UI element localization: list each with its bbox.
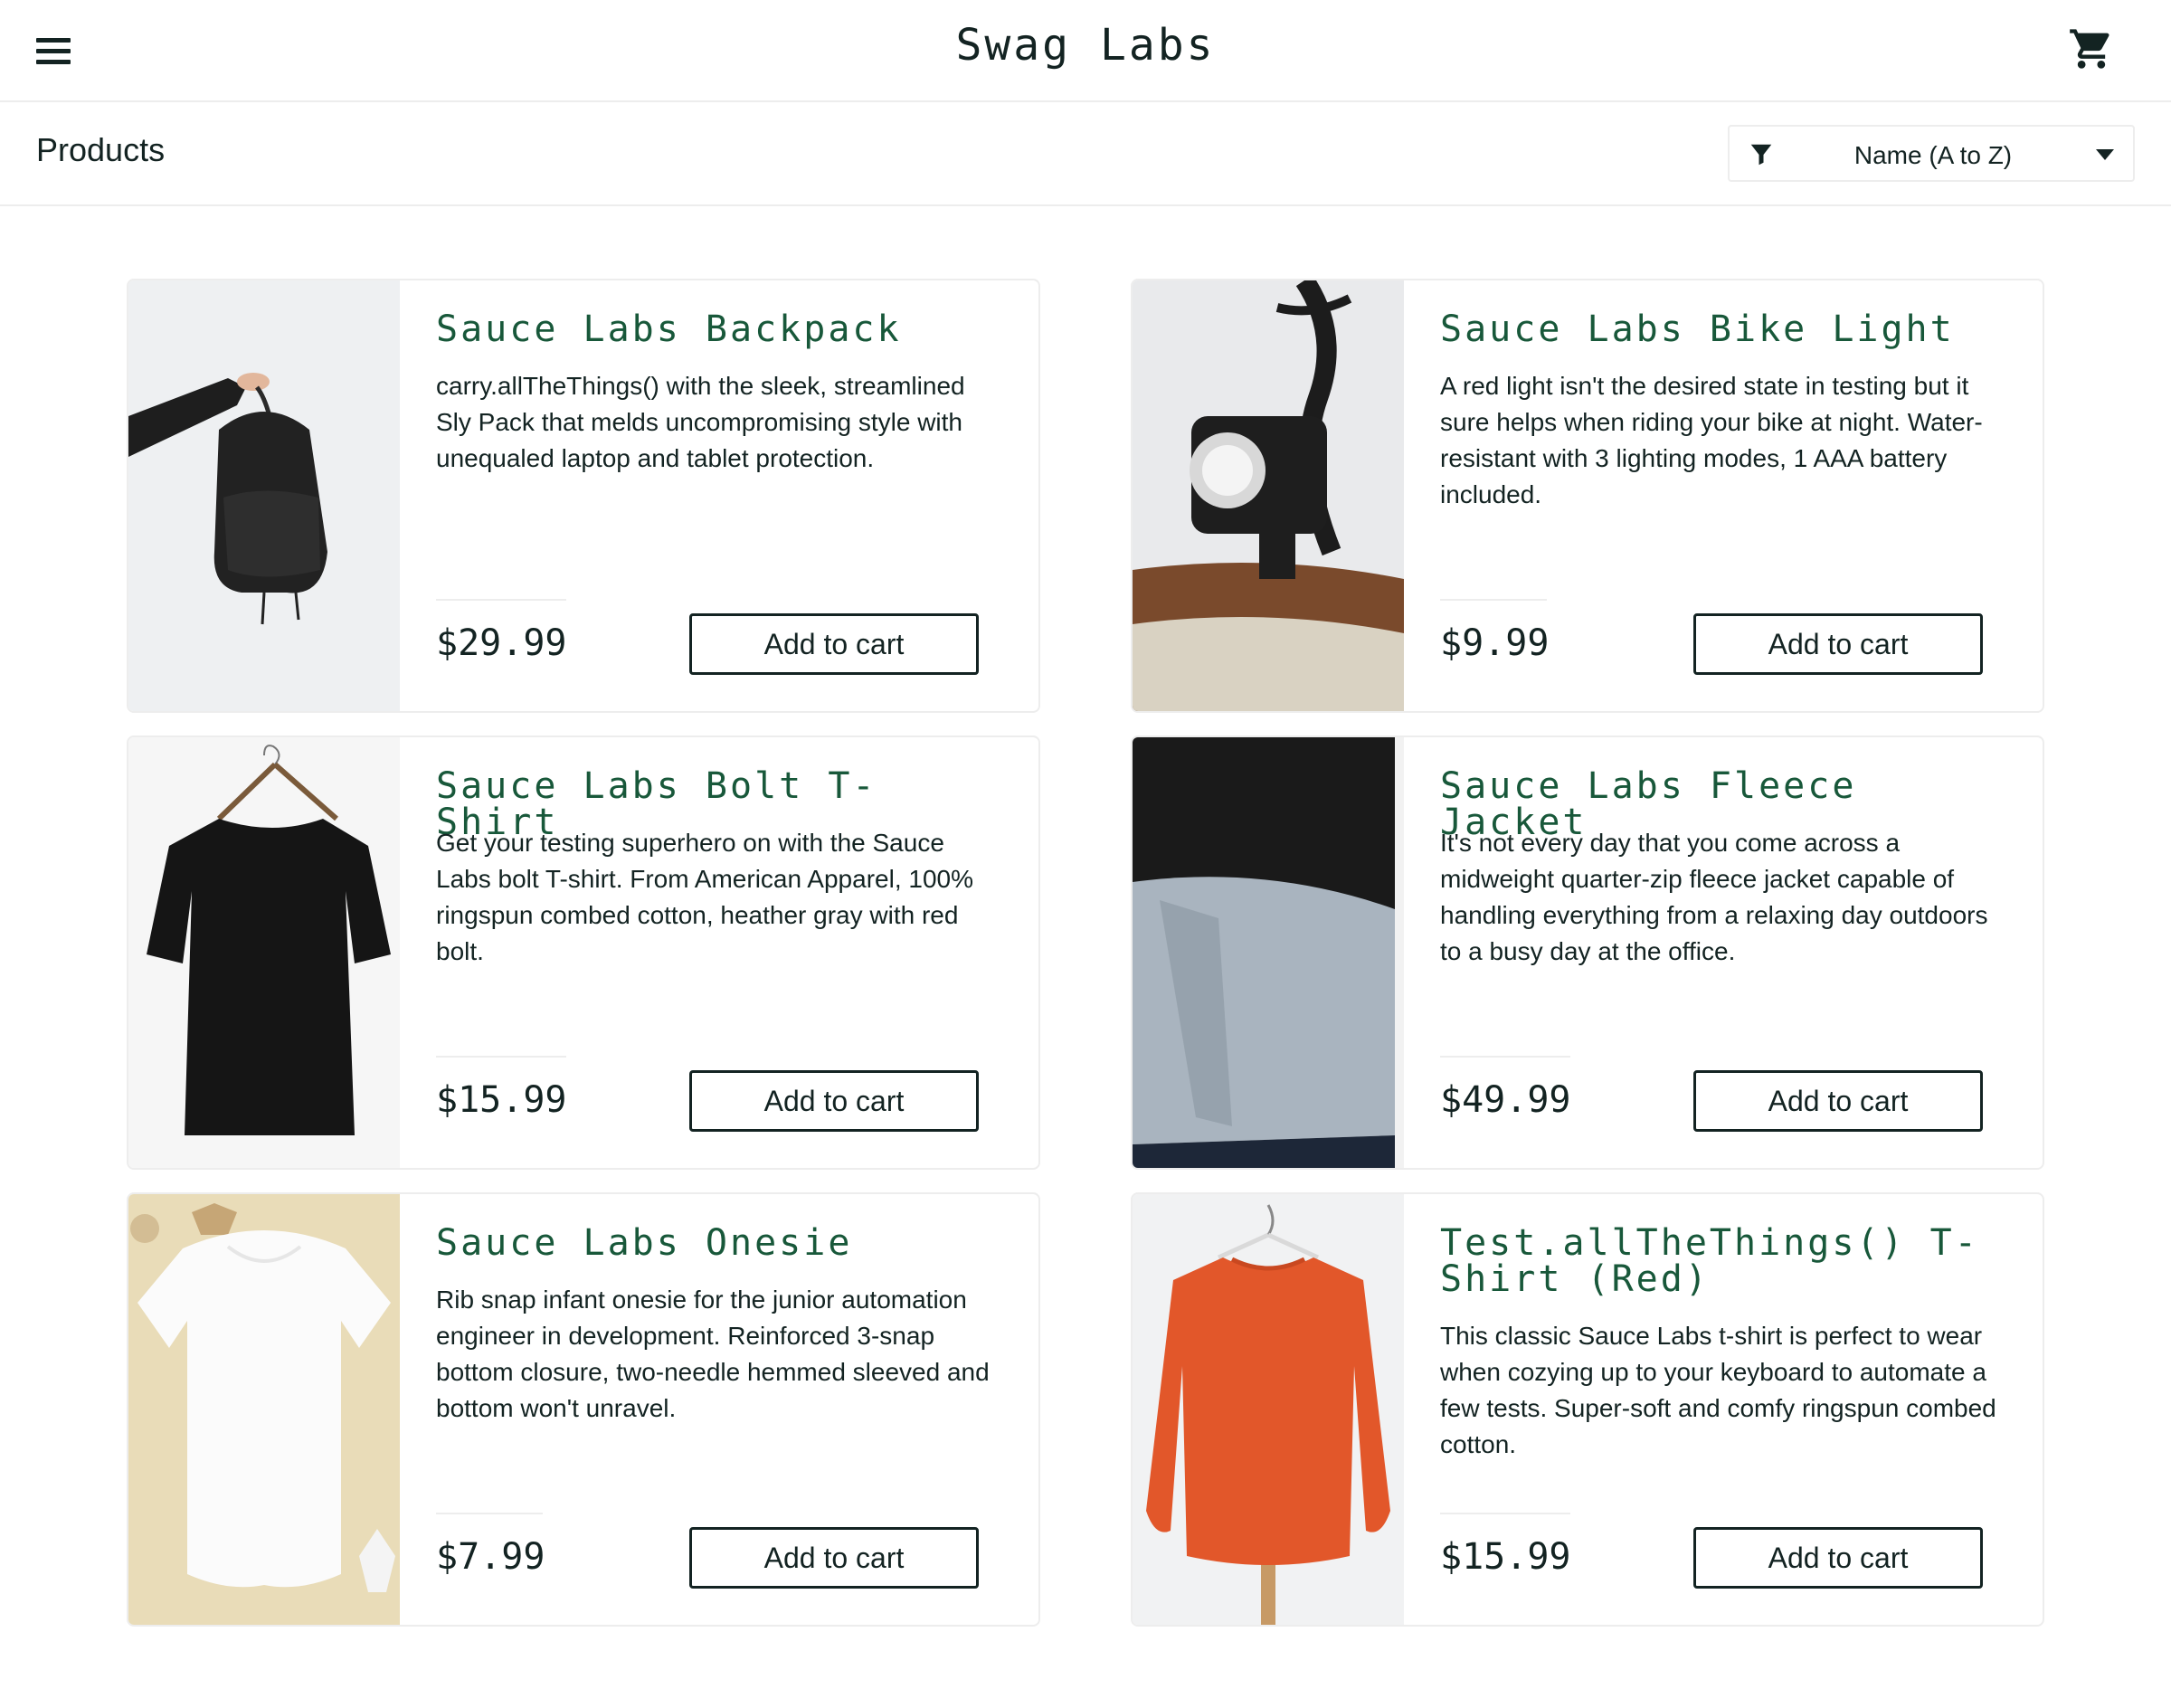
inventory-item: Sauce Labs Bike Light A red light isn't …	[1131, 279, 2044, 713]
item-description: It's not every day that you come across …	[1440, 829, 1988, 965]
add-to-cart-button[interactable]: Add to cart	[689, 1527, 979, 1589]
page-title: Products	[36, 131, 166, 168]
black-tshirt-image[interactable]	[128, 737, 400, 1168]
add-to-cart-button[interactable]: Add to cart	[1693, 613, 1983, 675]
item-name-link[interactable]: Test.allTheThings() T-Shirt (Red)	[1440, 1225, 2001, 1297]
item-description: Get your testing superhero on with the S…	[436, 829, 973, 965]
inventory-item: Sauce Labs Fleece Jacket It's not every …	[1131, 735, 2044, 1170]
sort-dropdown[interactable]: Name (A to Z)	[1728, 125, 2135, 182]
price-divider	[1440, 1513, 1570, 1514]
inventory-list: Sauce Labs Backpack carry.allTheThings()…	[127, 279, 2044, 1627]
inventory-item: Sauce Labs Backpack carry.allTheThings()…	[127, 279, 1040, 713]
caret-down-icon	[2096, 149, 2114, 160]
item-description: carry.allTheThings() with the sleek, str…	[436, 372, 965, 472]
add-to-cart-button[interactable]: Add to cart	[689, 613, 979, 675]
item-price: $15.99	[436, 1079, 567, 1121]
price-divider	[436, 599, 566, 601]
primary-header: Swag Labs	[0, 0, 2171, 102]
app-logo-title: Swag Labs	[955, 20, 1216, 71]
item-description: This classic Sauce Labs t-shirt is perfe…	[1440, 1322, 1996, 1458]
price-divider	[436, 1056, 566, 1058]
item-price: $7.99	[436, 1536, 545, 1578]
item-price: $9.99	[1440, 622, 1550, 664]
shopping-cart-icon[interactable]	[2068, 25, 2115, 72]
item-price: $49.99	[1440, 1079, 1571, 1121]
price-divider	[436, 1513, 543, 1514]
fleece-jacket-image[interactable]	[1133, 737, 1404, 1168]
add-to-cart-button[interactable]: Add to cart	[1693, 1527, 1983, 1589]
add-to-cart-button[interactable]: Add to cart	[1693, 1070, 1983, 1132]
item-name-link[interactable]: Sauce Labs Onesie	[436, 1225, 997, 1261]
item-price: $15.99	[1440, 1536, 1571, 1578]
red-sweatshirt-image[interactable]	[1133, 1194, 1404, 1625]
sort-selected-value: Name (A to Z)	[1853, 141, 2013, 169]
price-divider	[1440, 599, 1547, 601]
add-to-cart-button[interactable]: Add to cart	[689, 1070, 979, 1132]
secondary-header: Products Name (A to Z)	[0, 102, 2171, 206]
inventory-item: Test.allTheThings() T-Shirt (Red) This c…	[1131, 1192, 2044, 1627]
item-price: $29.99	[436, 622, 567, 664]
item-name-link[interactable]: Sauce Labs Backpack	[436, 311, 997, 347]
inventory-item: Sauce Labs Onesie Rib snap infant onesie…	[127, 1192, 1040, 1627]
onesie-image[interactable]	[128, 1194, 400, 1625]
item-name-link[interactable]: Sauce Labs Bike Light	[1440, 311, 2001, 347]
item-description: A red light isn't the desired state in t…	[1440, 372, 1983, 508]
inventory-item: Sauce Labs Bolt T-Shirt Get your testing…	[127, 735, 1040, 1170]
backpack-image[interactable]	[128, 280, 400, 711]
bike-light-image[interactable]	[1133, 280, 1404, 711]
price-divider	[1440, 1056, 1570, 1058]
item-description: Rib snap infant onesie for the junior au…	[436, 1286, 990, 1422]
